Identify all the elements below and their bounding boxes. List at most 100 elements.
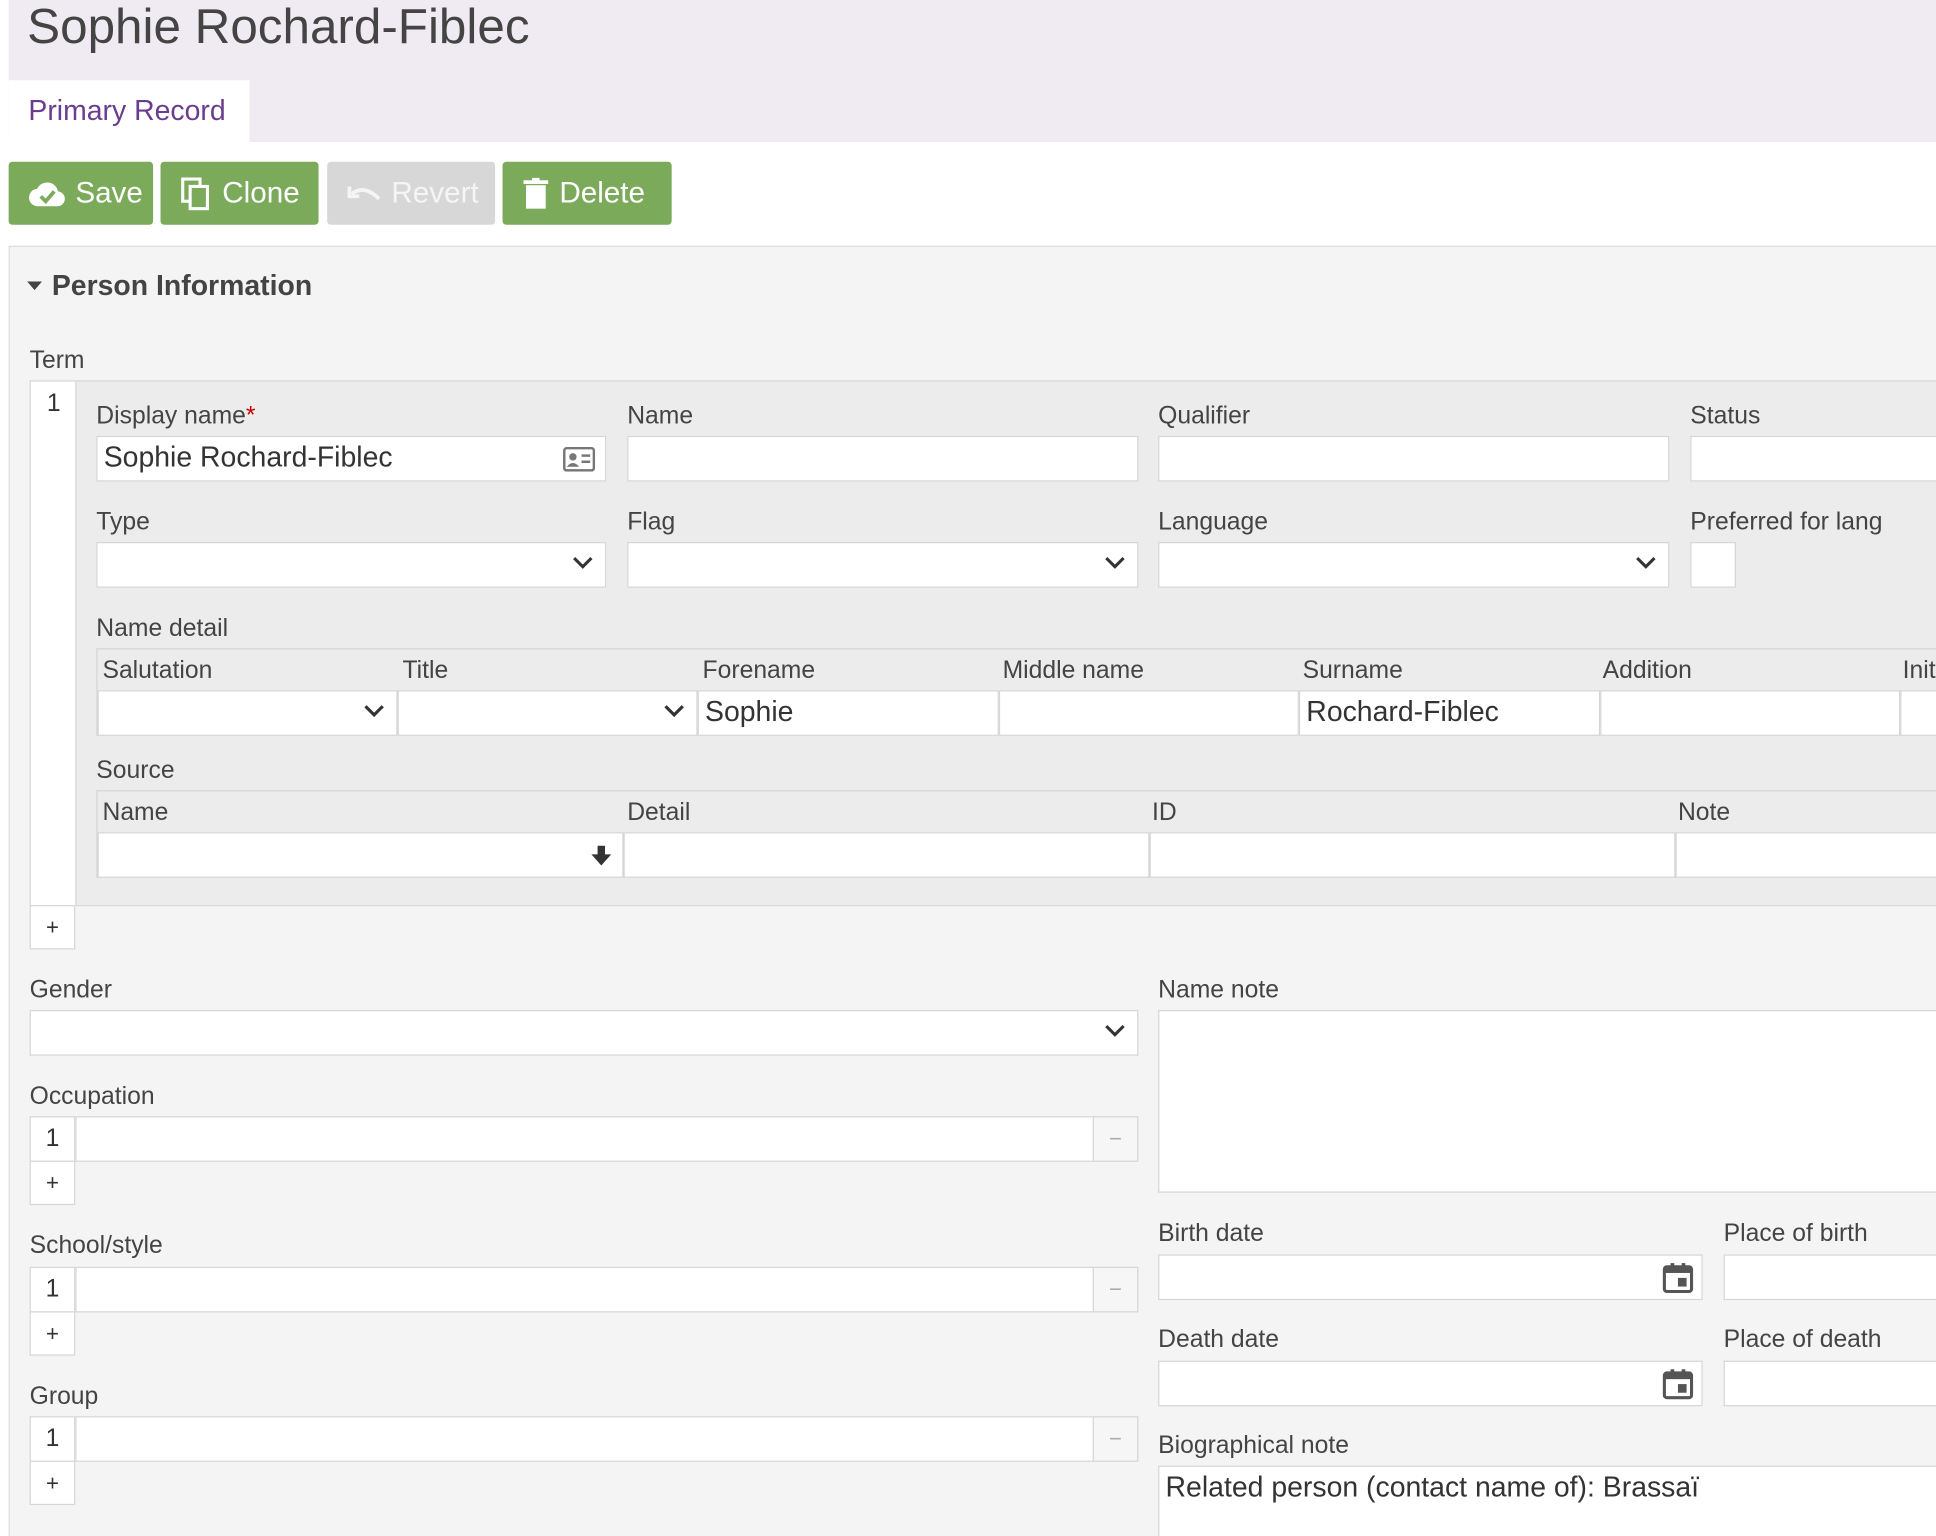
clone-label: Clone xyxy=(222,175,300,210)
save-button[interactable]: Save xyxy=(8,161,154,225)
revert-label: Revert xyxy=(391,175,479,210)
qualifier-input[interactable] xyxy=(1158,435,1670,482)
name-input[interactable] xyxy=(627,435,1139,482)
col-forename: Forename xyxy=(702,656,816,685)
term-index: 1 xyxy=(46,390,61,418)
chevron-down-icon xyxy=(1105,1024,1125,1037)
source-note-input[interactable] xyxy=(1675,832,1936,878)
copy-icon xyxy=(181,176,209,210)
death-date-input[interactable] xyxy=(1158,1360,1703,1407)
display-name-label: Display name* xyxy=(96,403,255,431)
calendar-icon[interactable] xyxy=(1662,1262,1694,1294)
calendar-icon[interactable] xyxy=(1662,1368,1694,1400)
source-label: Source xyxy=(96,756,175,785)
type-label: Type xyxy=(96,508,150,536)
delete-label: Delete xyxy=(559,175,645,210)
add-occupation-button[interactable]: + xyxy=(29,1160,76,1206)
delete-button[interactable]: Delete xyxy=(502,161,672,225)
birth-date-label: Birth date xyxy=(1158,1219,1264,1248)
name-note-label: Name note xyxy=(1158,976,1279,1004)
display-name-label-text: Display name xyxy=(96,402,246,430)
place-of-birth-label: Place of birth xyxy=(1723,1219,1868,1248)
source-detail-input[interactable] xyxy=(623,832,1150,878)
chevron-down-icon xyxy=(664,705,684,718)
col-addition: Addition xyxy=(1602,656,1692,685)
trash-icon xyxy=(523,177,549,209)
remove-school-style-button[interactable]: − xyxy=(1092,1266,1139,1313)
status-input[interactable] xyxy=(1690,435,1936,482)
biographical-note-label: Biographical note xyxy=(1158,1432,1349,1460)
place-of-death-label: Place of death xyxy=(1723,1326,1882,1354)
source-name-input[interactable] xyxy=(97,832,624,878)
forename-input[interactable]: Sophie xyxy=(697,690,999,736)
name-detail-label: Name detail xyxy=(96,614,229,643)
source-id-input[interactable] xyxy=(1149,832,1676,878)
group-label: Group xyxy=(29,1382,99,1411)
group-index: 1 xyxy=(29,1416,76,1462)
initials-input[interactable] xyxy=(1900,690,1936,736)
place-of-death-input[interactable] xyxy=(1723,1360,1936,1407)
tab-primary-record[interactable]: Primary Record xyxy=(8,80,250,142)
contact-card-icon[interactable] xyxy=(563,446,596,472)
col-title: Title xyxy=(402,656,449,685)
occupation-label: Occupation xyxy=(29,1082,155,1110)
gender-select[interactable] xyxy=(29,1009,1139,1056)
salutation-select[interactable] xyxy=(97,690,398,736)
display-name-value: Sophie Rochard-Fiblec xyxy=(103,440,393,473)
col-surname: Surname xyxy=(1302,656,1403,685)
chevron-down-icon xyxy=(1636,556,1656,569)
middle-name-input[interactable] xyxy=(998,690,1299,736)
surname-input[interactable]: Rochard-Fiblec xyxy=(1298,690,1601,736)
remove-occupation-button[interactable]: − xyxy=(1092,1116,1139,1162)
chevron-down-icon xyxy=(573,556,593,569)
page-title: Sophie Rochard-Fiblec xyxy=(27,0,530,55)
preferred-checkbox[interactable] xyxy=(1690,542,1736,588)
revert-button[interactable]: Revert xyxy=(327,161,496,225)
place-of-birth-input[interactable] xyxy=(1723,1254,1936,1301)
section-title: Person Information xyxy=(51,269,313,302)
col-middle-name: Middle name xyxy=(1002,656,1144,685)
cloud-check-icon xyxy=(28,181,65,206)
undo-icon xyxy=(347,185,381,200)
school-style-label: School/style xyxy=(29,1232,163,1260)
death-date-label: Death date xyxy=(1158,1326,1279,1354)
birth-date-input[interactable] xyxy=(1158,1254,1703,1301)
col-source-id: ID xyxy=(1151,798,1177,827)
section-toggle[interactable]: Person Information xyxy=(27,269,312,302)
add-term-button[interactable]: + xyxy=(29,905,76,950)
school-style-input[interactable] xyxy=(75,1266,1094,1313)
display-name-input[interactable]: Sophie Rochard-Fiblec xyxy=(96,435,607,482)
type-select[interactable] xyxy=(96,542,607,588)
language-select[interactable] xyxy=(1158,542,1670,588)
col-source-note: Note xyxy=(1677,798,1731,827)
flag-label: Flag xyxy=(627,508,676,536)
term-label: Term xyxy=(29,346,85,375)
occupation-input[interactable] xyxy=(75,1116,1094,1162)
title-select[interactable] xyxy=(397,690,698,736)
status-label: Status xyxy=(1690,402,1761,430)
school-style-index: 1 xyxy=(29,1266,76,1313)
add-group-button[interactable]: + xyxy=(29,1460,76,1506)
addition-input[interactable] xyxy=(1600,690,1901,736)
biographical-note-textarea[interactable]: Related person (contact name of): Brassa… xyxy=(1158,1465,1936,1536)
clone-button[interactable]: Clone xyxy=(160,161,319,225)
preferred-label: Preferred for lang xyxy=(1690,508,1883,536)
required-mark: * xyxy=(245,402,256,430)
add-school-style-button[interactable]: + xyxy=(29,1311,76,1356)
chevron-down-icon xyxy=(1105,556,1125,569)
occupation-index: 1 xyxy=(29,1116,76,1162)
name-note-textarea[interactable] xyxy=(1158,1009,1936,1193)
col-initials: Init xyxy=(1902,656,1936,685)
flag-select[interactable] xyxy=(627,542,1139,588)
remove-group-button[interactable]: − xyxy=(1092,1416,1139,1462)
language-label: Language xyxy=(1158,508,1269,536)
col-source-detail: Detail xyxy=(627,798,691,827)
col-source-name: Name xyxy=(102,798,169,827)
caret-down-icon xyxy=(27,280,42,290)
save-label: Save xyxy=(75,175,143,210)
col-salutation: Salutation xyxy=(102,656,213,685)
group-input[interactable] xyxy=(75,1416,1094,1462)
arrow-down-icon[interactable] xyxy=(590,845,612,867)
name-label: Name xyxy=(627,402,694,430)
chevron-down-icon xyxy=(364,705,384,718)
